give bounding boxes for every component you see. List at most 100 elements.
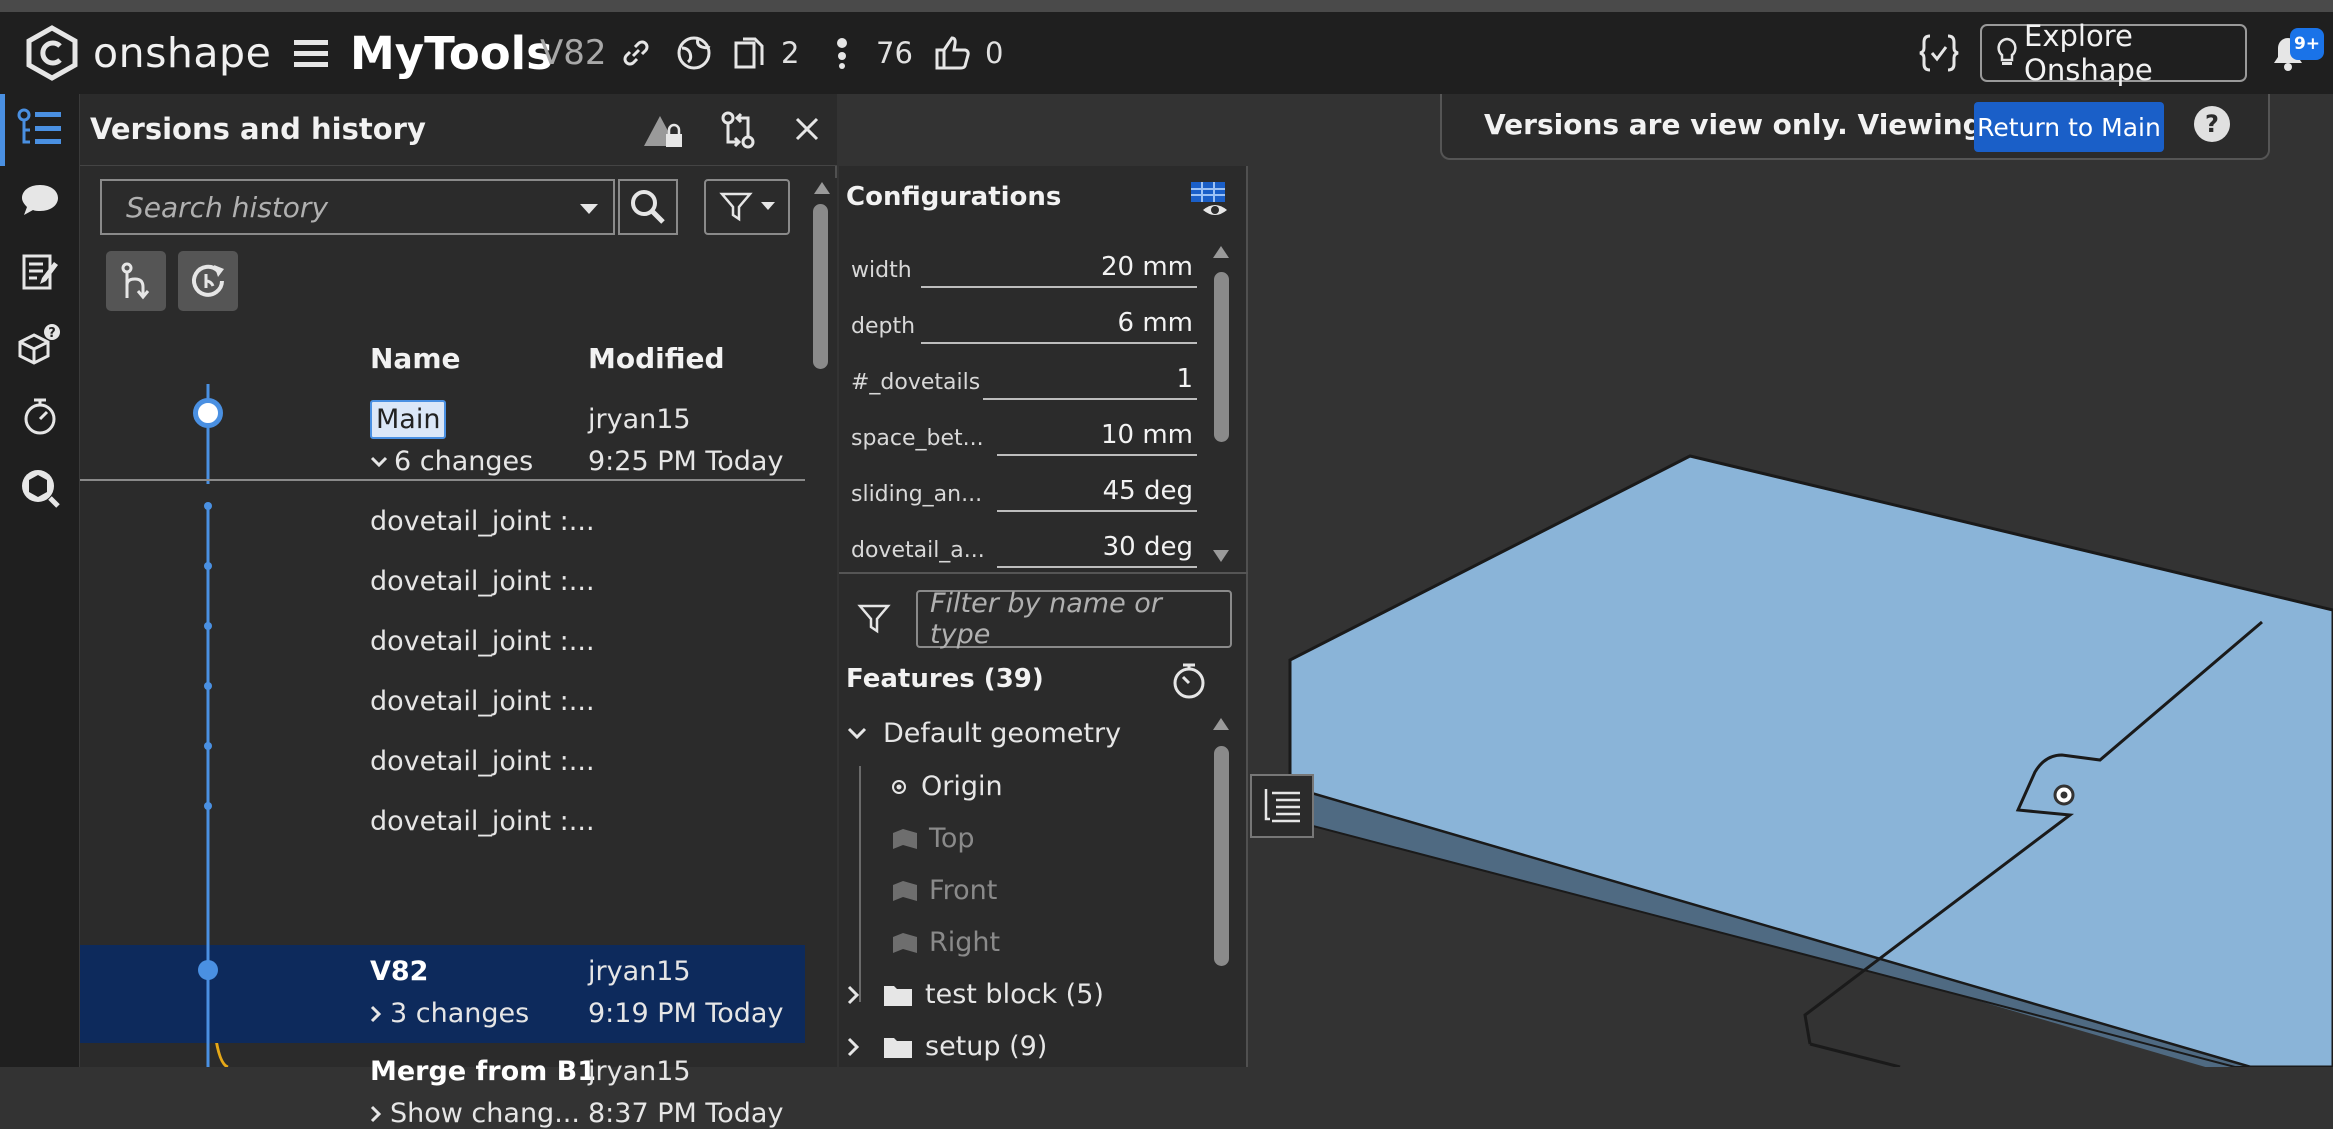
features-title: Features (39)	[846, 664, 1044, 694]
search-history-box	[100, 179, 615, 235]
feature-filter-icon[interactable]	[857, 602, 891, 640]
stopwatch-icon[interactable]	[14, 390, 66, 442]
versions-icon[interactable]	[834, 12, 850, 94]
selected-changes-toggle[interactable]: 3 changes	[370, 998, 529, 1029]
document-version: V82	[540, 33, 607, 73]
config-param-value[interactable]: 30 deg	[997, 532, 1197, 568]
origin-label: Origin	[921, 771, 1003, 802]
config-param-value[interactable]: 1	[983, 364, 1197, 400]
feature-list-toggle-button[interactable]	[1250, 774, 1314, 838]
versions-history-panel: Versions and history Search history Name…	[80, 94, 837, 1129]
top-bar: onshape MyTools V82 2 76 0 Explore Onsha…	[0, 12, 2333, 94]
code-braces-icon[interactable]	[1918, 12, 1960, 94]
thumbs-up-icon[interactable]	[934, 12, 972, 94]
folder-label: test block (5)	[925, 979, 1104, 1010]
change-item[interactable]: dovetail_joint :...	[370, 806, 595, 837]
list-collapse-icon	[1262, 787, 1302, 825]
versions-history-icon[interactable]	[14, 102, 66, 154]
parts-help-icon[interactable]: ?	[14, 318, 66, 370]
origin-feature[interactable]: Origin	[891, 771, 1003, 802]
change-item[interactable]: dovetail_joint :...	[370, 566, 595, 597]
link-icon[interactable]	[620, 12, 652, 94]
config-scroll-up-icon[interactable]	[1213, 246, 1229, 258]
config-param-label: space_bet...	[851, 426, 984, 451]
config-scroll-down-icon[interactable]	[1213, 550, 1229, 562]
history-scrollbar-thumb[interactable]	[813, 204, 828, 369]
help-icon[interactable]: ?	[2194, 106, 2230, 142]
selected-time: 9:19 PM Today	[588, 998, 784, 1029]
graphics-viewport[interactable]	[1250, 160, 2333, 1067]
config-param-row: #_dovetails 1	[839, 358, 1199, 414]
search-history-input[interactable]	[102, 181, 562, 233]
onshape-search-icon[interactable]	[14, 462, 66, 514]
chevron-right-icon	[370, 1005, 382, 1023]
column-name-header[interactable]: Name	[370, 342, 461, 375]
restore-button[interactable]	[178, 251, 238, 311]
merge-changes-toggle[interactable]: Show chang...	[370, 1098, 580, 1129]
change-item[interactable]: dovetail_joint :...	[370, 506, 595, 537]
tree-guide-line	[859, 766, 861, 1002]
onshape-logo-icon[interactable]	[24, 12, 80, 94]
chevron-down-icon	[761, 202, 775, 212]
feature-filter-input[interactable]: Filter by name or type	[916, 588, 1232, 650]
lightbulb-icon	[1996, 37, 2018, 69]
folder-icon	[883, 983, 913, 1007]
compare-icon[interactable]	[720, 110, 756, 154]
config-scrollbar-thumb[interactable]	[1214, 272, 1229, 442]
config-divider	[839, 572, 1248, 574]
filter-dropdown-button[interactable]	[704, 179, 790, 235]
plane-feature-front[interactable]: Front	[891, 875, 997, 906]
plane-icon	[891, 827, 919, 851]
merge-row-name[interactable]: Merge from B1	[370, 1056, 596, 1087]
branch-button[interactable]	[106, 251, 166, 311]
scroll-up-arrow-icon[interactable]	[814, 182, 830, 194]
change-item[interactable]: dovetail_joint :...	[370, 686, 595, 717]
plane-label: Top	[929, 823, 975, 854]
return-to-main-button[interactable]: Return to Main	[1974, 102, 2164, 152]
configuration-table-icon[interactable]	[1189, 180, 1231, 226]
filter-icon	[719, 190, 753, 224]
release-notes-icon[interactable]	[14, 246, 66, 298]
plane-feature-top[interactable]: Top	[891, 823, 975, 854]
main-branch-tag[interactable]: Main	[370, 400, 447, 439]
column-modified-header[interactable]: Modified	[588, 342, 725, 375]
config-param-value[interactable]: 45 deg	[997, 476, 1197, 512]
change-item[interactable]: dovetail_joint :...	[370, 626, 595, 657]
explore-label: Explore Onshape	[2024, 19, 2153, 87]
search-icon	[629, 188, 667, 226]
warning-lock-icon[interactable]	[642, 114, 684, 154]
feature-scrollbar-thumb[interactable]	[1214, 746, 1229, 966]
restore-icon	[188, 261, 228, 301]
copies-icon[interactable]	[733, 12, 767, 94]
search-button[interactable]	[618, 179, 678, 235]
close-icon[interactable]	[794, 116, 820, 146]
folder-test-block[interactable]: test block (5)	[847, 979, 1104, 1010]
comments-icon[interactable]	[14, 174, 66, 226]
main-user: jryan15	[588, 404, 691, 435]
globe-icon[interactable]	[676, 12, 712, 94]
explore-onshape-button[interactable]: Explore Onshape	[1980, 19, 2247, 87]
config-param-value[interactable]: 10 mm	[997, 420, 1197, 456]
config-param-value[interactable]: 6 mm	[921, 308, 1197, 344]
main-changes-toggle[interactable]: 6 changes	[370, 446, 533, 477]
chevron-down-icon	[370, 456, 388, 468]
plane-label: Front	[929, 875, 998, 906]
plane-icon	[891, 879, 919, 903]
config-param-label: dovetail_a...	[851, 538, 985, 563]
plane-label: Right	[929, 927, 1001, 958]
plane-feature-right[interactable]: Right	[891, 927, 1000, 958]
history-panel-header: Versions and history	[80, 94, 837, 166]
config-param-label: #_dovetails	[851, 370, 981, 395]
merge-time: 8:37 PM Today	[588, 1098, 784, 1129]
left-rail: ?	[0, 94, 80, 1067]
logo-text[interactable]: onshape	[93, 12, 271, 94]
config-param-value[interactable]: 20 mm	[921, 252, 1197, 288]
feature-scroll-up-icon[interactable]	[1213, 718, 1229, 730]
default-geometry-node[interactable]: Default geometry	[847, 718, 1121, 749]
document-title[interactable]: MyTools	[350, 12, 553, 94]
change-item[interactable]: dovetail_joint :...	[370, 746, 595, 777]
folder-setup[interactable]: setup (9)	[847, 1031, 1047, 1062]
rollback-timer-icon[interactable]	[1171, 662, 1207, 704]
hamburger-menu-icon[interactable]	[294, 12, 328, 94]
search-dropdown-caret-icon[interactable]	[580, 201, 598, 220]
